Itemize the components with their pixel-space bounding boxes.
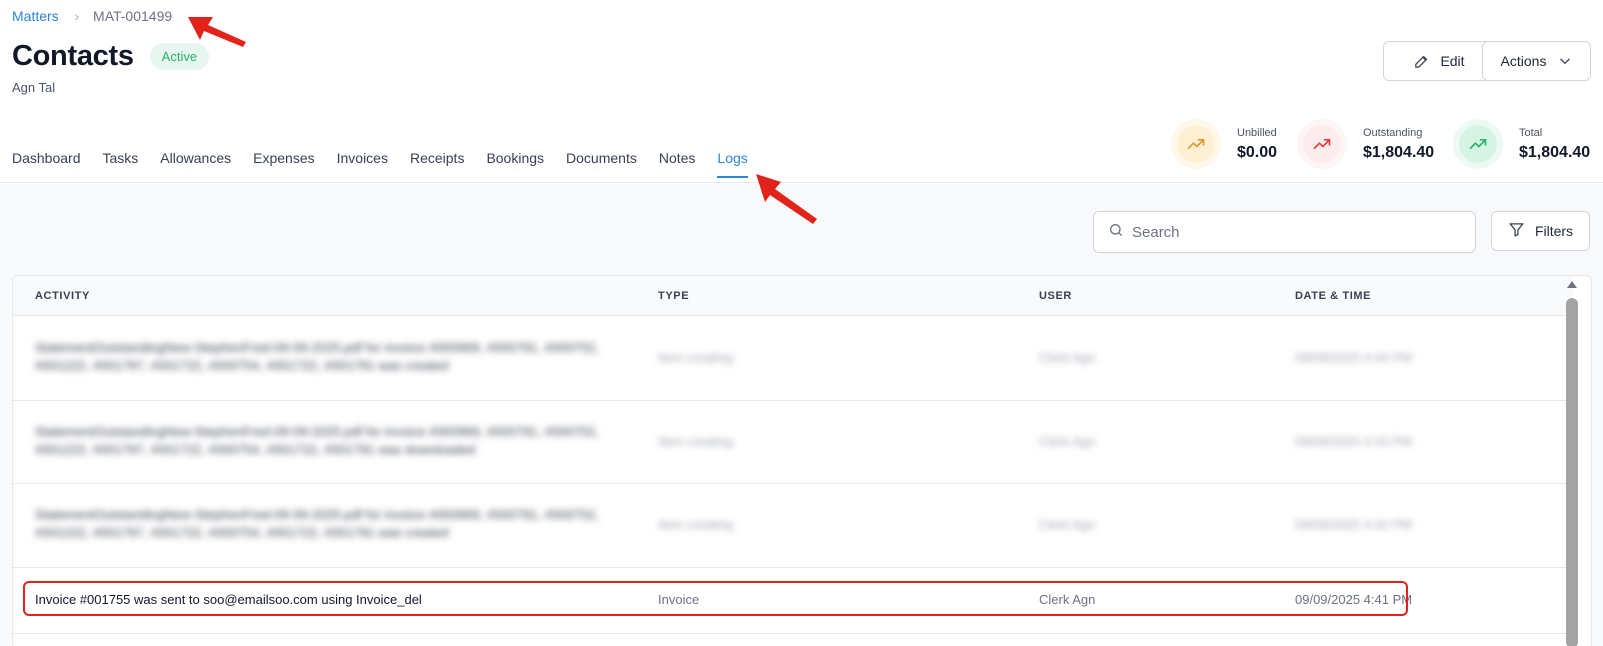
type-cell: Item creating — [658, 434, 734, 449]
scrollbar-thumb[interactable] — [1566, 298, 1578, 646]
column-header-user[interactable]: USER — [1039, 290, 1072, 302]
user-cell: Clerk Agn — [1039, 350, 1096, 365]
breadcrumb-current: MAT-001499 — [93, 8, 173, 24]
type-cell: Invoice — [658, 592, 700, 607]
user-cell: Clerk Agn — [1039, 434, 1096, 449]
unbilled-value: $0.00 — [1237, 143, 1278, 161]
date-cell: 09/09/2025 4:42 PM — [1295, 517, 1413, 532]
client-name: Agn Tal — [12, 80, 56, 95]
matter-tabs: Dashboard Tasks Allowances Expenses Invo… — [12, 150, 770, 178]
search-box[interactable] — [1093, 211, 1476, 253]
table-scrollbar[interactable] — [1564, 281, 1580, 646]
trending-up-icon — [1177, 125, 1215, 163]
outstanding-stat-icon-wrap — [1297, 119, 1347, 169]
tab-tasks[interactable]: Tasks — [103, 150, 139, 178]
activity-cell: StatementOutstandingNew-StephenFred-09-0… — [35, 340, 599, 373]
chevron-right-icon: › — [74, 8, 80, 24]
chevron-down-icon — [1558, 54, 1572, 68]
tab-dashboard[interactable]: Dashboard — [12, 150, 81, 178]
activity-cell: StatementOutstandingNew-StephenFred-09-0… — [35, 424, 599, 457]
tab-logs[interactable]: Logs — [717, 150, 749, 178]
unbilled-stat-text: Unbilled $0.00 — [1237, 127, 1277, 162]
filters-button-label: Filters — [1534, 223, 1574, 239]
stat-unbilled: Unbilled $0.00 — [1171, 119, 1277, 169]
page-title: Contacts — [12, 40, 134, 72]
tab-notes[interactable]: Notes — [659, 150, 696, 178]
title-row: Contacts Active — [12, 40, 210, 73]
breadcrumb-matters-link[interactable]: Matters — [12, 8, 59, 24]
status-badge: Active — [149, 43, 210, 70]
column-header-activity[interactable]: ACTIVITY — [35, 290, 90, 302]
scroll-up-arrow-icon[interactable] — [1567, 281, 1577, 288]
tab-bookings[interactable]: Bookings — [486, 150, 544, 178]
table-row[interactable]: StatementOutstandingNew-StephenFred-09-0… — [13, 484, 1573, 568]
unbilled-label: Unbilled — [1237, 126, 1277, 139]
logs-content: Filters ACTIVITY TYPE USER DATE & TIME S… — [0, 184, 1603, 646]
tab-expenses[interactable]: Expenses — [253, 150, 314, 178]
breadcrumb: Matters › MAT-001499 — [12, 8, 172, 24]
user-cell: Clerk Agn — [1039, 517, 1096, 532]
total-label: Total — [1519, 126, 1543, 139]
unbilled-stat-icon-wrap — [1171, 119, 1221, 169]
tab-allowances[interactable]: Allowances — [160, 150, 231, 178]
search-icon — [1108, 222, 1124, 243]
type-cell: Item creating — [658, 517, 734, 532]
actions-button-label: Actions — [1500, 53, 1547, 69]
stat-outstanding: Outstanding $1,804.40 — [1297, 119, 1434, 169]
actions-dropdown-button[interactable]: Actions — [1482, 41, 1591, 81]
column-header-type[interactable]: TYPE — [658, 290, 689, 302]
trending-up-icon — [1459, 125, 1497, 163]
table-row[interactable]: StatementOutstandingNew-StephenFred-09-0… — [13, 317, 1573, 401]
stat-total: Total $1,804.40 — [1453, 119, 1590, 169]
edit-button-label: Edit — [1440, 53, 1465, 69]
date-cell: 09/09/2025 4:44 PM — [1295, 350, 1413, 365]
outstanding-value: $1,804.40 — [1363, 143, 1435, 161]
date-cell: 09/09/2025 4:43 PM — [1295, 434, 1413, 449]
matter-header: Matters › MAT-001499 Contacts Active Agn… — [0, 0, 1603, 183]
table-header: ACTIVITY TYPE USER DATE & TIME — [13, 276, 1573, 316]
type-cell: Item creating — [658, 350, 734, 365]
outstanding-stat-text: Outstanding $1,804.40 — [1363, 127, 1434, 162]
table-row[interactable]: Invoice #001755 was sent to soo@emailsoo… — [13, 568, 1573, 634]
filters-button[interactable]: Filters — [1491, 211, 1590, 251]
trending-up-icon — [1303, 125, 1341, 163]
tab-invoices[interactable]: Invoices — [337, 150, 388, 178]
total-stat-text: Total $1,804.40 — [1519, 127, 1590, 162]
tab-receipts[interactable]: Receipts — [410, 150, 464, 178]
outstanding-label: Outstanding — [1363, 126, 1423, 139]
user-cell: Clerk Agn — [1039, 592, 1096, 607]
logs-table: ACTIVITY TYPE USER DATE & TIME Statement… — [12, 275, 1592, 646]
date-cell: 09/09/2025 4:41 PM — [1295, 592, 1413, 607]
tab-documents[interactable]: Documents — [566, 150, 637, 178]
activity-cell: Invoice #001755 was sent to soo@emailsoo… — [35, 592, 422, 607]
total-stat-icon-wrap — [1453, 119, 1503, 169]
total-value: $1,804.40 — [1519, 143, 1591, 161]
table-row[interactable]: StatementOutstandingNew-StephenFred-09-0… — [13, 401, 1573, 484]
pencil-icon — [1413, 53, 1430, 70]
activity-cell: StatementOutstandingNew-StephenFred-09-0… — [35, 507, 599, 540]
column-header-date-time[interactable]: DATE & TIME — [1295, 290, 1371, 302]
edit-button[interactable]: Edit — [1383, 41, 1495, 81]
search-input[interactable] — [1132, 223, 1452, 241]
filter-icon — [1508, 221, 1525, 241]
